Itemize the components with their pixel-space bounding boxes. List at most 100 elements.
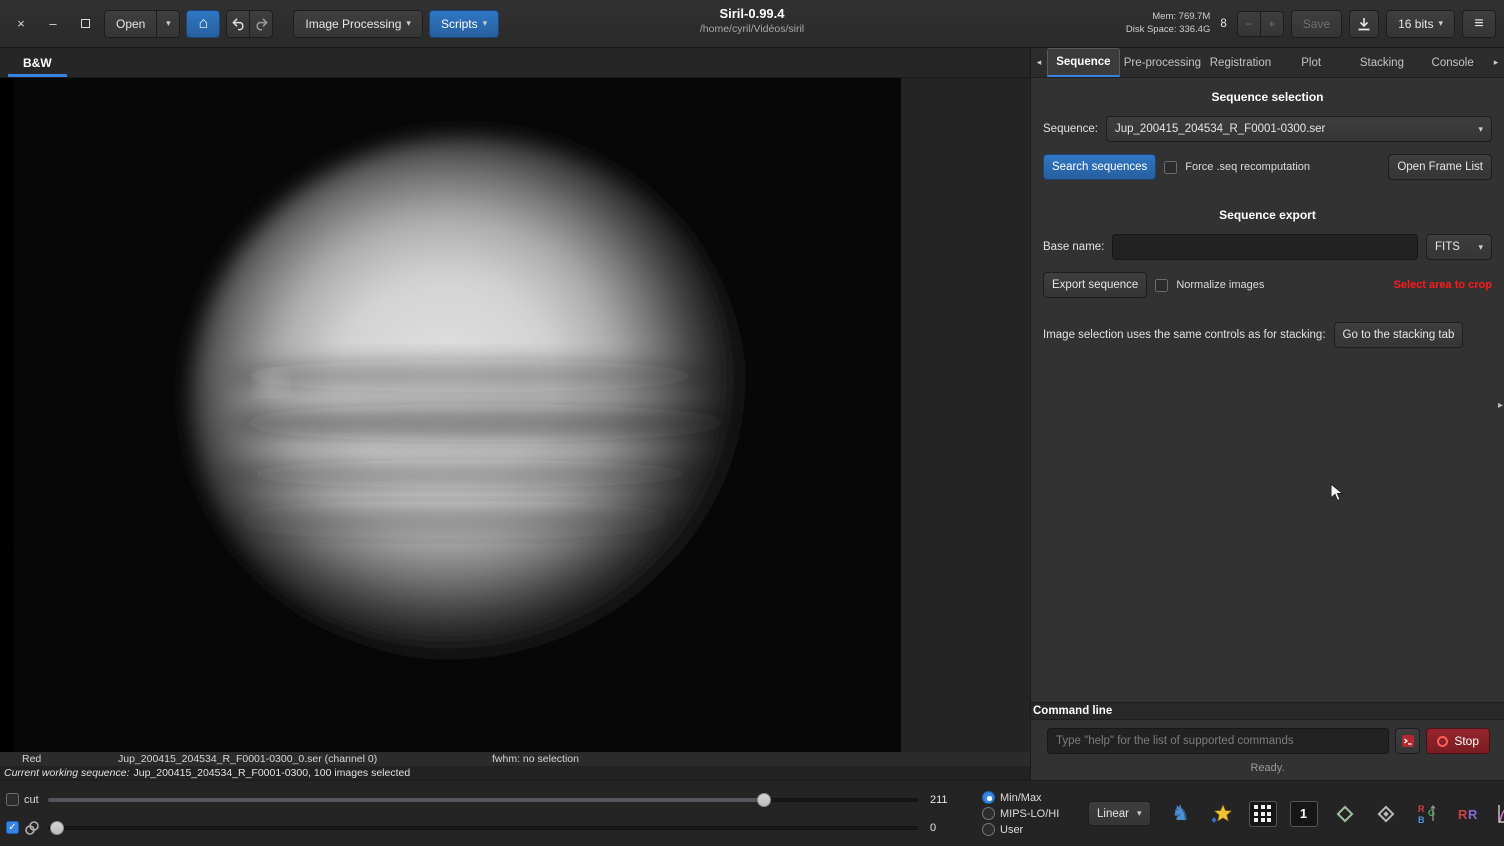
single-frame-number: 1 xyxy=(1299,806,1308,821)
bit-depth-dropdown[interactable]: 16 bits ▾ xyxy=(1386,9,1455,38)
layers-edit-button[interactable] xyxy=(1370,798,1402,830)
tabs-scroll-right-button[interactable]: ▸ xyxy=(1488,48,1504,77)
star-icon xyxy=(1211,803,1232,823)
command-list-button[interactable] xyxy=(1395,728,1421,754)
slider-trough xyxy=(48,825,918,830)
double-r-icon: R R xyxy=(1458,807,1478,822)
tab-registration[interactable]: Registration xyxy=(1205,48,1276,77)
grid-view-button[interactable] xyxy=(1247,798,1279,830)
link-checkbox[interactable]: ✓ xyxy=(6,821,19,834)
single-frame-button[interactable]: 1 xyxy=(1288,798,1320,830)
bottom-toolbar: ♞ 1 R G B R R xyxy=(1165,798,1504,830)
radio-mips[interactable]: MIPS-LO/HI xyxy=(982,807,1078,820)
redo-button[interactable] xyxy=(249,9,274,38)
channel-indicator: Red xyxy=(22,753,42,765)
astrometry-button[interactable]: ♞ xyxy=(1165,798,1197,830)
base-name-label: Base name: xyxy=(1043,241,1105,253)
open-frame-list-button[interactable]: Open Frame List xyxy=(1388,154,1492,180)
scripts-label: Scripts xyxy=(440,16,478,31)
grid-icon xyxy=(1248,800,1277,827)
image-workspace: B&W Red Jup_200415_204534_R_F0001-0300_0… xyxy=(0,48,1030,780)
channel-split-button[interactable]: R R xyxy=(1452,798,1484,830)
normalize-images-checkbox[interactable] xyxy=(1155,278,1169,292)
histogram-curve-icon xyxy=(1497,804,1504,823)
right-panel: ◂ Sequence Pre-processing Registration P… xyxy=(1030,48,1504,780)
force-seq-recomputation-checkbox[interactable] xyxy=(1164,160,1178,174)
scale-mode-dropdown[interactable]: Linear ▾ xyxy=(1088,801,1151,826)
diamond-icon xyxy=(1336,805,1353,822)
tab-bw[interactable]: B&W xyxy=(8,51,67,77)
maximize-button[interactable] xyxy=(72,11,98,37)
stop-button[interactable]: Stop xyxy=(1426,728,1490,754)
low-threshold-slider[interactable] xyxy=(48,820,918,835)
sequence-selection-heading: Sequence selection xyxy=(1211,90,1324,104)
export-sequence-button[interactable]: Export sequence xyxy=(1043,272,1148,298)
sequence-dropdown-value: Jup_200415_204534_R_F0001-0300.ser xyxy=(1115,123,1326,135)
diamond-stack-icon xyxy=(1377,805,1394,822)
tab-plot[interactable]: Plot xyxy=(1276,48,1347,77)
chevron-right-icon: ▸ xyxy=(1493,57,1499,67)
tab-stacking[interactable]: Stacking xyxy=(1347,48,1418,77)
check-icon: ✓ xyxy=(8,821,17,833)
high-slider-handle[interactable] xyxy=(757,792,771,807)
channel-tabstrip: B&W xyxy=(0,48,1030,78)
hamburger-menu-button[interactable]: ≡ xyxy=(1462,9,1496,38)
save-as-button[interactable] xyxy=(1349,9,1380,38)
photometry-button[interactable] xyxy=(1206,798,1238,830)
radio-minmax-label: Min/Max xyxy=(1000,791,1042,804)
tabs-scroll-left-button[interactable]: ◂ xyxy=(1031,48,1047,77)
radio-mips-control xyxy=(982,807,995,820)
tab-pre-processing-label: Pre-processing xyxy=(1123,56,1202,69)
force-seq-recomputation-label: Force .seq recomputation xyxy=(1185,161,1310,173)
export-format-dropdown[interactable]: FITS ▾ xyxy=(1426,234,1492,260)
sequence-export-heading: Sequence export xyxy=(1219,208,1316,222)
sequence-label: Sequence: xyxy=(1043,123,1098,135)
normalize-images-label: Normalize images xyxy=(1176,279,1265,291)
tab-sequence[interactable]: Sequence xyxy=(1047,48,1120,77)
layers-button[interactable] xyxy=(1329,798,1361,830)
chevron-down-icon: ▾ xyxy=(166,18,171,28)
low-slider-handle[interactable] xyxy=(50,820,64,835)
working-sequence-line: Current working sequence: Jup_200415_204… xyxy=(0,766,1030,780)
image-display[interactable] xyxy=(0,78,901,752)
memory-label: Mem: 769.7M xyxy=(1152,10,1211,22)
cut-mode-radios: Min/Max MIPS-LO/HI User xyxy=(982,791,1078,836)
close-button[interactable]: × xyxy=(8,11,34,37)
home-button[interactable]: ⌂ xyxy=(186,9,221,38)
go-to-stacking-tab-label: Go to the stacking tab xyxy=(1342,329,1455,341)
close-icon: × xyxy=(17,16,25,31)
save-button[interactable]: Save xyxy=(1290,9,1343,38)
low-threshold-value: 0 xyxy=(930,821,937,834)
chain-link-icon[interactable] xyxy=(24,820,40,836)
rgb-align-button[interactable]: R G B xyxy=(1411,798,1443,830)
tab-console-label: Console xyxy=(1431,56,1474,69)
radio-minmax[interactable]: Min/Max xyxy=(982,791,1078,804)
high-threshold-slider[interactable] xyxy=(48,792,918,807)
base-name-input[interactable] xyxy=(1112,234,1418,260)
slider-fill xyxy=(48,797,764,802)
export-format-value: FITS xyxy=(1435,241,1460,253)
tab-console[interactable]: Console xyxy=(1417,48,1488,77)
go-to-stacking-tab-button[interactable]: Go to the stacking tab xyxy=(1333,322,1464,348)
command-line-input[interactable] xyxy=(1047,728,1390,754)
open-button[interactable]: Open xyxy=(104,9,158,38)
undo-button[interactable] xyxy=(226,9,251,38)
open-recent-dropdown[interactable]: ▾ xyxy=(156,9,181,38)
scripts-menu-button[interactable]: Scripts ▾ xyxy=(428,9,500,38)
minimize-button[interactable]: – xyxy=(40,11,66,37)
sequence-dropdown[interactable]: Jup_200415_204534_R_F0001-0300.ser ▾ xyxy=(1106,116,1492,142)
histogram-button[interactable] xyxy=(1493,798,1504,830)
frame-increment-button[interactable]: + xyxy=(1259,10,1284,37)
minimize-icon: – xyxy=(49,16,57,31)
image-processing-label: Image Processing xyxy=(305,16,402,31)
image-processing-menu-button[interactable]: Image Processing ▾ xyxy=(293,9,423,38)
tab-pre-processing[interactable]: Pre-processing xyxy=(1120,48,1205,77)
rgb-letters-icon: R G B xyxy=(1418,804,1435,825)
panel-expand-handle[interactable]: ▸ xyxy=(1498,400,1503,411)
save-button-label: Save xyxy=(1302,16,1331,31)
frame-decrement-button[interactable]: − xyxy=(1236,10,1261,37)
radio-user[interactable]: User xyxy=(982,823,1078,836)
tab-sequence-label: Sequence xyxy=(1056,56,1111,68)
search-sequences-button[interactable]: Search sequences xyxy=(1043,154,1157,180)
cut-checkbox[interactable] xyxy=(6,793,19,806)
